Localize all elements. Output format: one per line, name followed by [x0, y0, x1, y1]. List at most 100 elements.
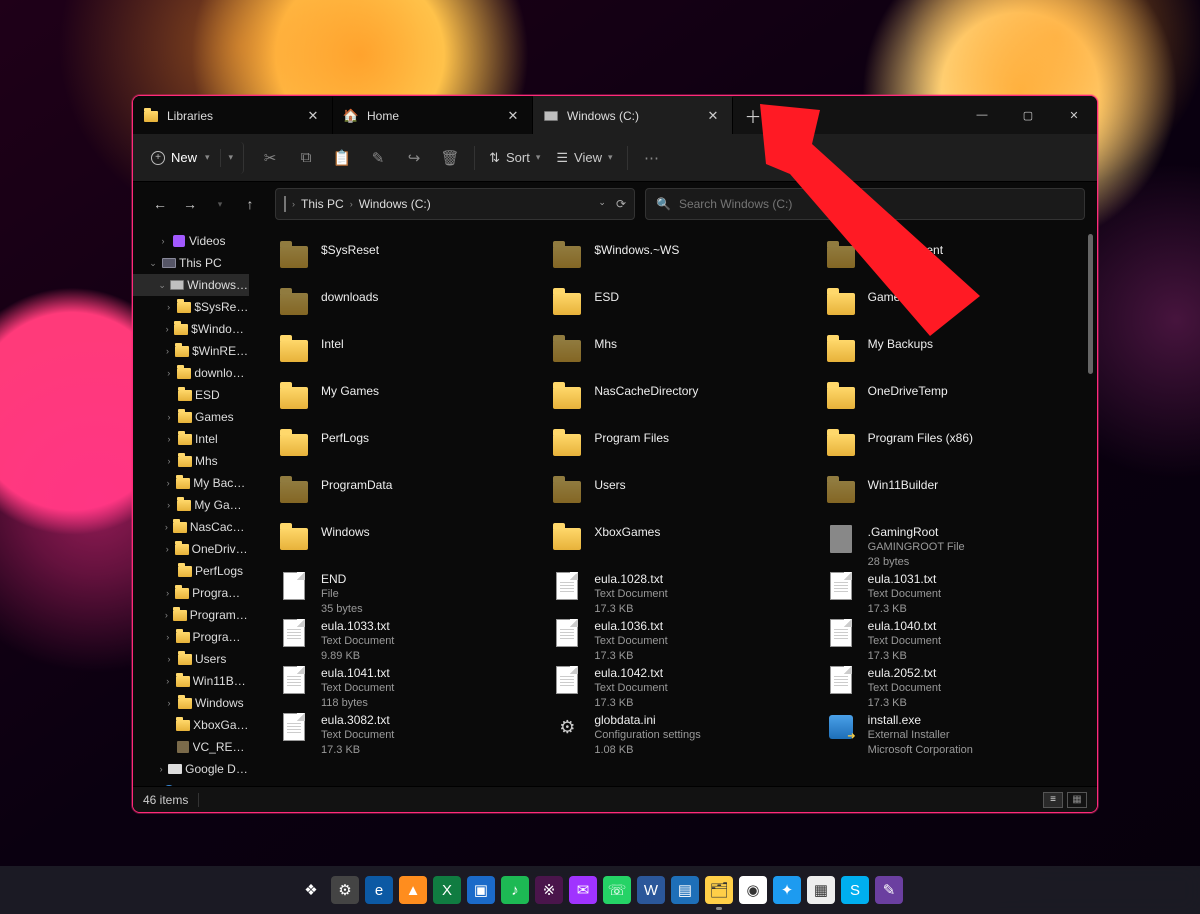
taskbar-twitter-icon[interactable]: ✦ [773, 876, 801, 904]
thumbnail-view-button[interactable]: ▦ [1067, 792, 1087, 808]
file-item[interactable]: eula.1031.txtText Document17.3 KB [824, 569, 1079, 616]
expand-toggle[interactable]: › [163, 610, 170, 620]
rename-button[interactable]: ✎ [360, 142, 396, 174]
tree-item-users[interactable]: ›Users [133, 648, 249, 670]
file-item[interactable]: ESD [550, 287, 805, 334]
tree-item-nascachedirectory[interactable]: ›NasCacheDirectory [133, 516, 249, 538]
tree-item-google-drive-g-[interactable]: ›Google Drive (G:) [133, 758, 249, 780]
file-item[interactable]: $WinREAgent [824, 240, 1079, 287]
sort-menu-button[interactable]: ⇅ Sort ▾ [481, 142, 548, 174]
expand-toggle[interactable]: › [163, 434, 175, 444]
taskbar-slack-icon[interactable]: ※ [535, 876, 563, 904]
file-item[interactable]: .GamingRootGAMINGROOT File28 bytes [824, 522, 1079, 569]
tree-item-xboxgames[interactable]: XboxGames [133, 714, 249, 736]
tab-windows-c-[interactable]: Windows (C:)✕ [533, 96, 733, 134]
more-options-button[interactable]: ⋯ [634, 142, 670, 174]
file-item[interactable]: downloads [277, 287, 532, 334]
file-item[interactable]: globdata.iniConfiguration settings1.08 K… [550, 710, 805, 757]
titlebar[interactable]: Libraries✕🏠Home✕Windows (C:)✕ ＋ ― ▢ ✕ [133, 96, 1097, 134]
share-button[interactable]: ↪ [396, 142, 432, 174]
file-item[interactable]: install.exeExternal InstallerMicrosoft C… [824, 710, 1079, 757]
taskbar-msstore-icon[interactable]: ▦ [807, 876, 835, 904]
file-item[interactable]: $SysReset [277, 240, 532, 287]
breadcrumb-segment[interactable]: Windows (C:) [359, 197, 431, 211]
forward-button[interactable]: → [175, 189, 205, 219]
tree-item-programdata[interactable]: ›ProgramData [133, 626, 249, 648]
taskbar-explorer-icon[interactable]: 🗂 [705, 876, 733, 904]
vertical-scrollbar[interactable] [1085, 226, 1096, 786]
close-tab-button[interactable]: ✕ [704, 108, 722, 124]
close-tab-button[interactable]: ✕ [504, 108, 522, 124]
tree-item-my-backups[interactable]: ›My Backups [133, 472, 249, 494]
expand-toggle[interactable]: › [163, 368, 174, 378]
expand-toggle[interactable]: ⌄ [147, 258, 159, 269]
taskbar-settings-icon[interactable]: ⚙ [331, 876, 359, 904]
taskbar-misc1-icon[interactable]: ▤ [671, 876, 699, 904]
taskbar-excel-icon[interactable]: X [433, 876, 461, 904]
tab-home[interactable]: 🏠Home✕ [333, 96, 533, 134]
expand-toggle[interactable]: ⌄ [157, 280, 167, 291]
expand-toggle[interactable]: › [163, 632, 173, 642]
file-item[interactable]: Games [824, 287, 1079, 334]
tree-item-esd[interactable]: ESD [133, 384, 249, 406]
close-tab-button[interactable]: ✕ [304, 108, 322, 124]
file-item[interactable]: OneDriveTemp [824, 381, 1079, 428]
tree-item-intel[interactable]: ›Intel [133, 428, 249, 450]
tree-item-mhs[interactable]: ›Mhs [133, 450, 249, 472]
expand-toggle[interactable]: › [163, 588, 172, 598]
file-item[interactable]: Program Files [550, 428, 805, 475]
refresh-button[interactable]: ⟳ [616, 197, 626, 211]
new-menu-button[interactable]: + New ▾ ▾ [141, 142, 244, 174]
file-item[interactable]: eula.1041.txtText Document118 bytes [277, 663, 532, 710]
file-item[interactable]: eula.1042.txtText Document17.3 KB [550, 663, 805, 710]
file-item[interactable]: ENDFile35 bytes [277, 569, 532, 616]
tree-item-videos[interactable]: ›Videos [133, 230, 249, 252]
taskbar-edge-icon[interactable]: e [365, 876, 393, 904]
file-item[interactable]: Users [550, 475, 805, 522]
file-item[interactable]: $Windows.~WS [550, 240, 805, 287]
tree-item--winreagent[interactable]: ›$WinREAgent [133, 340, 249, 362]
navigation-pane[interactable]: ›Videos⌄This PC⌄Windows (C:)›$SysReset›$… [133, 226, 249, 786]
file-item[interactable]: Program Files (x86) [824, 428, 1079, 475]
expand-toggle[interactable]: › [163, 500, 174, 510]
paste-button[interactable]: 📋 [324, 142, 360, 174]
expand-toggle[interactable]: › [163, 478, 173, 488]
file-item[interactable]: eula.1040.txtText Document17.3 KB [824, 616, 1079, 663]
tree-item-windows-c-[interactable]: ⌄Windows (C:) [133, 274, 249, 296]
expand-toggle[interactable]: › [163, 324, 171, 334]
tree-item-games[interactable]: ›Games [133, 406, 249, 428]
new-tab-button[interactable]: ＋ [733, 96, 773, 134]
taskbar-start-icon[interactable]: ❖ [297, 876, 325, 904]
tree-item-downloads[interactable]: ›downloads [133, 362, 249, 384]
close-window-button[interactable]: ✕ [1051, 96, 1097, 134]
tree-item-onedrivetemp[interactable]: ›OneDriveTemp [133, 538, 249, 560]
copy-button[interactable]: ⧉ [288, 142, 324, 174]
taskbar-store-icon[interactable]: ▣ [467, 876, 495, 904]
maximize-button[interactable]: ▢ [1005, 96, 1051, 134]
file-item[interactable]: ProgramData [277, 475, 532, 522]
search-input[interactable] [679, 197, 1074, 211]
breadcrumb-segment[interactable]: This PC [301, 197, 344, 211]
expand-toggle[interactable]: › [163, 676, 173, 686]
cut-button[interactable]: ✂ [252, 142, 288, 174]
file-item[interactable]: My Backups [824, 334, 1079, 381]
details-view-button[interactable]: ≡ [1043, 792, 1063, 808]
file-item[interactable]: PerfLogs [277, 428, 532, 475]
tree-item--windows-ws[interactable]: ›$Windows.~WS [133, 318, 249, 340]
content-pane[interactable]: $SysReset $Windows.~WS $WinREAgent download… [249, 226, 1097, 786]
up-button[interactable]: ↑ [235, 189, 265, 219]
tree-item-win11builder[interactable]: ›Win11Builder [133, 670, 249, 692]
expand-toggle[interactable]: › [163, 302, 174, 312]
tree-item-program-files-x86-[interactable]: ›Program Files (x86) [133, 604, 249, 626]
file-item[interactable]: Win11Builder [824, 475, 1079, 522]
expand-toggle[interactable]: › [163, 412, 175, 422]
expand-toggle[interactable]: › [163, 544, 172, 554]
taskbar-word-icon[interactable]: W [637, 876, 665, 904]
taskbar-vlc-icon[interactable]: ▲ [399, 876, 427, 904]
taskbar-messenger-icon[interactable]: ✉ [569, 876, 597, 904]
expand-toggle[interactable]: › [163, 522, 170, 532]
expand-toggle[interactable]: › [163, 456, 175, 466]
tree-item-my-games[interactable]: ›My Games [133, 494, 249, 516]
tree-item-perflogs[interactable]: PerfLogs [133, 560, 249, 582]
delete-button[interactable]: 🗑 [432, 142, 468, 174]
